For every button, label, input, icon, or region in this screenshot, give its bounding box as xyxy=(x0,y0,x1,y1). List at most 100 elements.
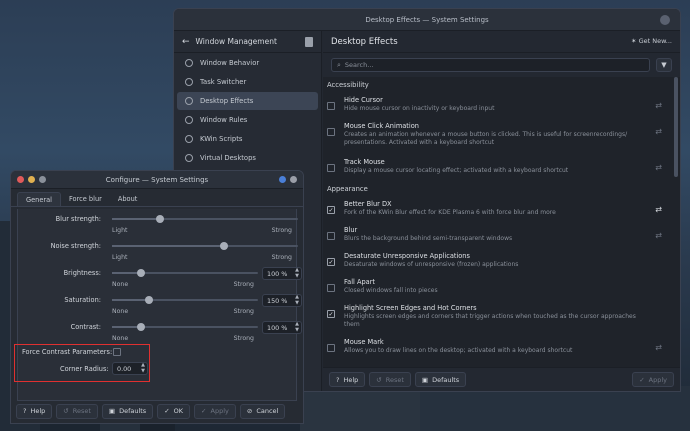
sidebar-back-label: Window Management xyxy=(195,37,277,46)
sidebar-header[interactable]: ← Window Management xyxy=(174,31,321,53)
effect-mouse-mark: Mouse Mark Allows you to draw lines on th… xyxy=(323,335,680,361)
slider-fill xyxy=(112,218,161,220)
sidebar-item-virtual-desktops[interactable]: Virtual Desktops xyxy=(177,149,318,167)
contrast-slider[interactable] xyxy=(112,323,258,331)
checkbox[interactable] xyxy=(327,232,335,240)
defaults-icon: ▣ xyxy=(108,407,116,415)
help-label: Help xyxy=(30,407,46,415)
blur-strength-label: Blur strength: xyxy=(55,215,101,223)
effect-name: Highlight Screen Edges and Hot Corners xyxy=(344,304,477,312)
get-new-label: Get New... xyxy=(638,37,672,45)
ok-label: OK xyxy=(173,407,184,415)
defaults-button[interactable]: ▣ Defaults xyxy=(101,403,154,419)
ok-button[interactable]: ✓ OK xyxy=(157,403,191,419)
effect-better-blur-dx: ✓ Better Blur DX Fork of the KWin Blur ef… xyxy=(323,197,680,223)
checkbox-checked[interactable]: ✓ xyxy=(327,258,335,266)
reset-button[interactable]: ↺ Reset xyxy=(369,372,411,387)
slider-handle[interactable] xyxy=(219,242,228,250)
reset-button[interactable]: ↺ Reset xyxy=(56,403,98,419)
blur-strength-lo: Light xyxy=(112,227,128,234)
tab-about[interactable]: About xyxy=(110,192,146,206)
sidebar-item-label: Window Behavior xyxy=(200,59,260,67)
kwin-scripts-icon xyxy=(185,135,193,143)
effects-list[interactable]: Accessibility Hide Cursor Hide mouse curs… xyxy=(323,77,680,367)
contrast-label: Contrast: xyxy=(70,323,101,331)
apply-button[interactable]: ✓ Apply xyxy=(632,372,674,387)
search-input[interactable]: ⌕ Search... xyxy=(331,58,650,72)
sidebar-item-label: Window Rules xyxy=(200,116,248,124)
filter-icon: ▼ xyxy=(661,61,667,69)
get-new-button[interactable]: ✶ Get New... xyxy=(631,37,672,45)
configure-icon[interactable]: ⇄ xyxy=(655,231,662,240)
saturation-value: 150 % xyxy=(267,296,288,305)
maximize-dot-icon[interactable] xyxy=(39,176,46,183)
configure-icon[interactable]: ⇄ xyxy=(655,101,662,110)
slider-handle[interactable] xyxy=(144,296,153,304)
sidebar-item-desktop-effects[interactable]: Desktop Effects xyxy=(177,92,318,110)
minimize-dot-icon[interactable] xyxy=(28,176,35,183)
checkbox[interactable] xyxy=(327,102,335,110)
checkbox[interactable] xyxy=(327,284,335,292)
help-button[interactable]: ? Help xyxy=(329,372,366,387)
configure-icon[interactable]: ⇄ xyxy=(655,127,662,136)
spin-arrows-icon[interactable]: ▲ ▼ xyxy=(295,267,299,279)
close-icon[interactable] xyxy=(660,15,670,25)
defaults-button[interactable]: ▣ Defaults xyxy=(414,372,467,387)
checkbox[interactable] xyxy=(327,344,335,352)
checkbox-checked[interactable]: ✓ xyxy=(327,310,335,318)
main-titlebar[interactable]: Desktop Effects — System Settings xyxy=(174,9,680,31)
sidebar-item-task-switcher[interactable]: Task Switcher xyxy=(177,73,318,91)
effect-name: Hide Cursor xyxy=(344,96,383,104)
apply-button[interactable]: ✓ Apply xyxy=(194,403,236,419)
pin-dot-icon[interactable] xyxy=(279,176,286,183)
document-icon[interactable] xyxy=(305,37,313,47)
section-title-appearance: Appearance xyxy=(327,185,368,193)
slider-handle[interactable] xyxy=(137,269,146,277)
sidebar-item-label: KWin Scripts xyxy=(200,135,243,143)
dialog-titlebar[interactable]: Configure — System Settings xyxy=(11,171,303,189)
menu-dot-icon[interactable] xyxy=(290,176,297,183)
help-button[interactable]: ? Help xyxy=(16,403,53,419)
noise-strength-lo: Light xyxy=(112,254,128,261)
close-dot-icon[interactable] xyxy=(17,176,24,183)
sidebar-item-window-rules[interactable]: Window Rules xyxy=(177,111,318,129)
help-icon: ? xyxy=(336,375,340,384)
sidebar-item-window-behavior[interactable]: Window Behavior xyxy=(177,54,318,72)
tab-general[interactable]: General xyxy=(17,192,61,206)
scrollbar[interactable] xyxy=(674,77,678,177)
highlight-annotation xyxy=(14,344,150,382)
back-arrow-icon[interactable]: ← xyxy=(182,37,190,47)
checkbox[interactable] xyxy=(327,164,335,172)
effect-blur: Blur Blurs the background behind semi-tra… xyxy=(323,223,680,249)
configure-icon[interactable]: ⇄ xyxy=(655,163,662,172)
configure-icon[interactable]: ⇄ xyxy=(655,343,662,352)
noise-strength-slider[interactable] xyxy=(112,242,298,250)
brightness-value: 100 % xyxy=(267,269,288,278)
saturation-slider[interactable] xyxy=(112,296,258,304)
checkbox[interactable] xyxy=(327,128,335,136)
brightness-label: Brightness: xyxy=(63,269,101,277)
sidebar-item-kwin-scripts[interactable]: KWin Scripts xyxy=(177,130,318,148)
spin-arrows-icon[interactable]: ▲ ▼ xyxy=(295,321,299,333)
reset-icon: ↺ xyxy=(376,375,382,384)
contrast-spinbox[interactable]: 100 % ▲ ▼ xyxy=(262,321,302,334)
blur-strength-slider[interactable] xyxy=(112,215,298,223)
brightness-spinbox[interactable]: 100 % ▲ ▼ xyxy=(262,267,302,280)
saturation-row: Saturation: None Strong 150 % ▲ ▼ xyxy=(18,294,302,320)
checkbox-checked[interactable]: ✓ xyxy=(327,206,335,214)
search-row: ⌕ Search... ▼ xyxy=(323,53,680,77)
tab-force-blur[interactable]: Force blur xyxy=(61,192,110,206)
contrast-value: 100 % xyxy=(267,323,288,332)
reset-label: Reset xyxy=(385,375,404,384)
spin-arrows-icon[interactable]: ▲ ▼ xyxy=(295,294,299,306)
search-placeholder: Search... xyxy=(344,61,374,69)
cancel-icon: ⊘ xyxy=(246,407,253,415)
slider-handle[interactable] xyxy=(156,215,165,223)
brightness-slider[interactable] xyxy=(112,269,258,277)
filter-button[interactable]: ▼ xyxy=(656,58,672,72)
configure-icon[interactable]: ⇄ xyxy=(655,205,662,214)
effect-desc: Closed windows fall into pieces xyxy=(344,287,438,294)
cancel-button[interactable]: ⊘ Cancel xyxy=(239,403,286,419)
slider-handle[interactable] xyxy=(137,323,146,331)
saturation-spinbox[interactable]: 150 % ▲ ▼ xyxy=(262,294,302,307)
